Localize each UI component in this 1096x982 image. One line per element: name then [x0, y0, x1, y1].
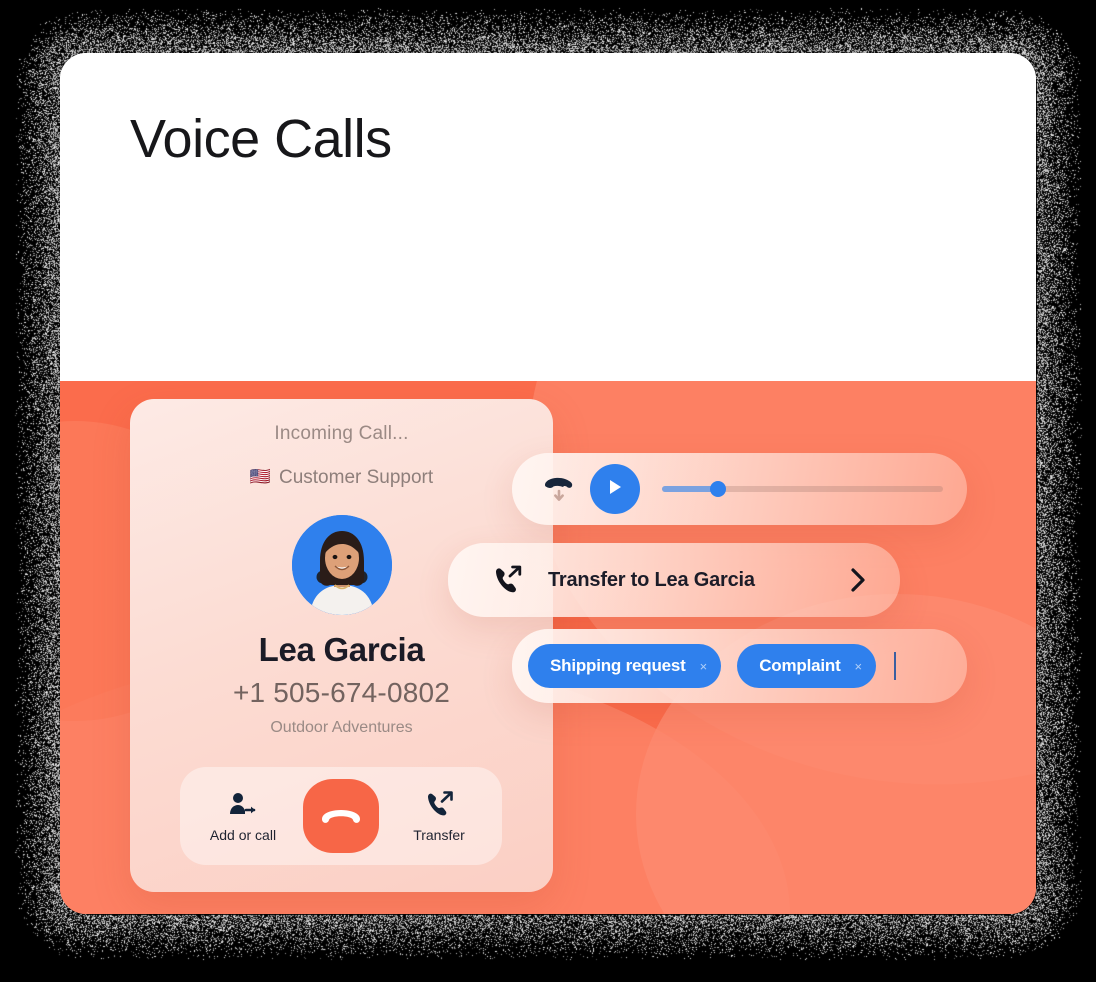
slider-thumb[interactable]	[710, 481, 726, 497]
tag-chip[interactable]: Shipping request ×	[528, 644, 721, 688]
contact-name: Lea Garcia	[130, 631, 553, 669]
us-flag-icon: 🇺🇸	[250, 467, 271, 486]
play-button[interactable]	[590, 464, 640, 514]
tag-chip-label: Complaint	[759, 656, 840, 676]
tag-chip-label: Shipping request	[550, 656, 686, 676]
tag-chip[interactable]: Complaint ×	[737, 644, 876, 688]
tag-chip-remove-icon[interactable]: ×	[855, 659, 863, 674]
call-tags-input[interactable]: Shipping request × Complaint ×	[512, 629, 967, 703]
hangup-button[interactable]	[303, 779, 379, 853]
tag-chip-remove-icon[interactable]: ×	[700, 659, 708, 674]
chevron-right-icon[interactable]	[850, 567, 866, 593]
tags-text-cursor	[894, 652, 896, 680]
add-or-call-button[interactable]: Add or call	[188, 789, 298, 843]
contact-organization: Outdoor Adventures	[130, 719, 553, 737]
phone-forward-icon	[492, 565, 522, 595]
hero-panel: Incoming Call... 🇺🇸 Customer Support Lea…	[60, 381, 1036, 914]
transfer-label: Transfer	[384, 827, 494, 843]
call-status-label: Incoming Call...	[130, 423, 553, 445]
incoming-call-card: Incoming Call... 🇺🇸 Customer Support Lea…	[130, 399, 553, 892]
transfer-to-contact-row[interactable]: Transfer to Lea Garcia	[448, 543, 900, 617]
transfer-button[interactable]: Transfer	[384, 789, 494, 843]
page-title: Voice Calls	[130, 108, 392, 170]
transfer-row-label: Transfer to Lea Garcia	[548, 569, 850, 592]
add-or-call-label: Add or call	[188, 827, 298, 843]
call-recording-player	[512, 453, 967, 525]
person-add-icon	[188, 789, 298, 821]
contact-phone: +1 505-674-0802	[130, 677, 553, 709]
incoming-call-icon	[542, 474, 576, 504]
header-area: Voice Calls	[60, 53, 1036, 381]
queue-label: Customer Support	[279, 467, 433, 488]
queue-row: 🇺🇸 Customer Support	[130, 467, 553, 489]
play-icon	[606, 477, 624, 502]
hangup-icon	[319, 803, 363, 830]
avatar	[292, 515, 392, 615]
phone-forward-icon	[384, 789, 494, 821]
call-action-bar: Add or call Transfer	[180, 767, 502, 865]
playback-slider[interactable]	[662, 486, 943, 492]
app-window: Voice Calls Incoming Call... 🇺🇸 Customer …	[60, 53, 1036, 914]
